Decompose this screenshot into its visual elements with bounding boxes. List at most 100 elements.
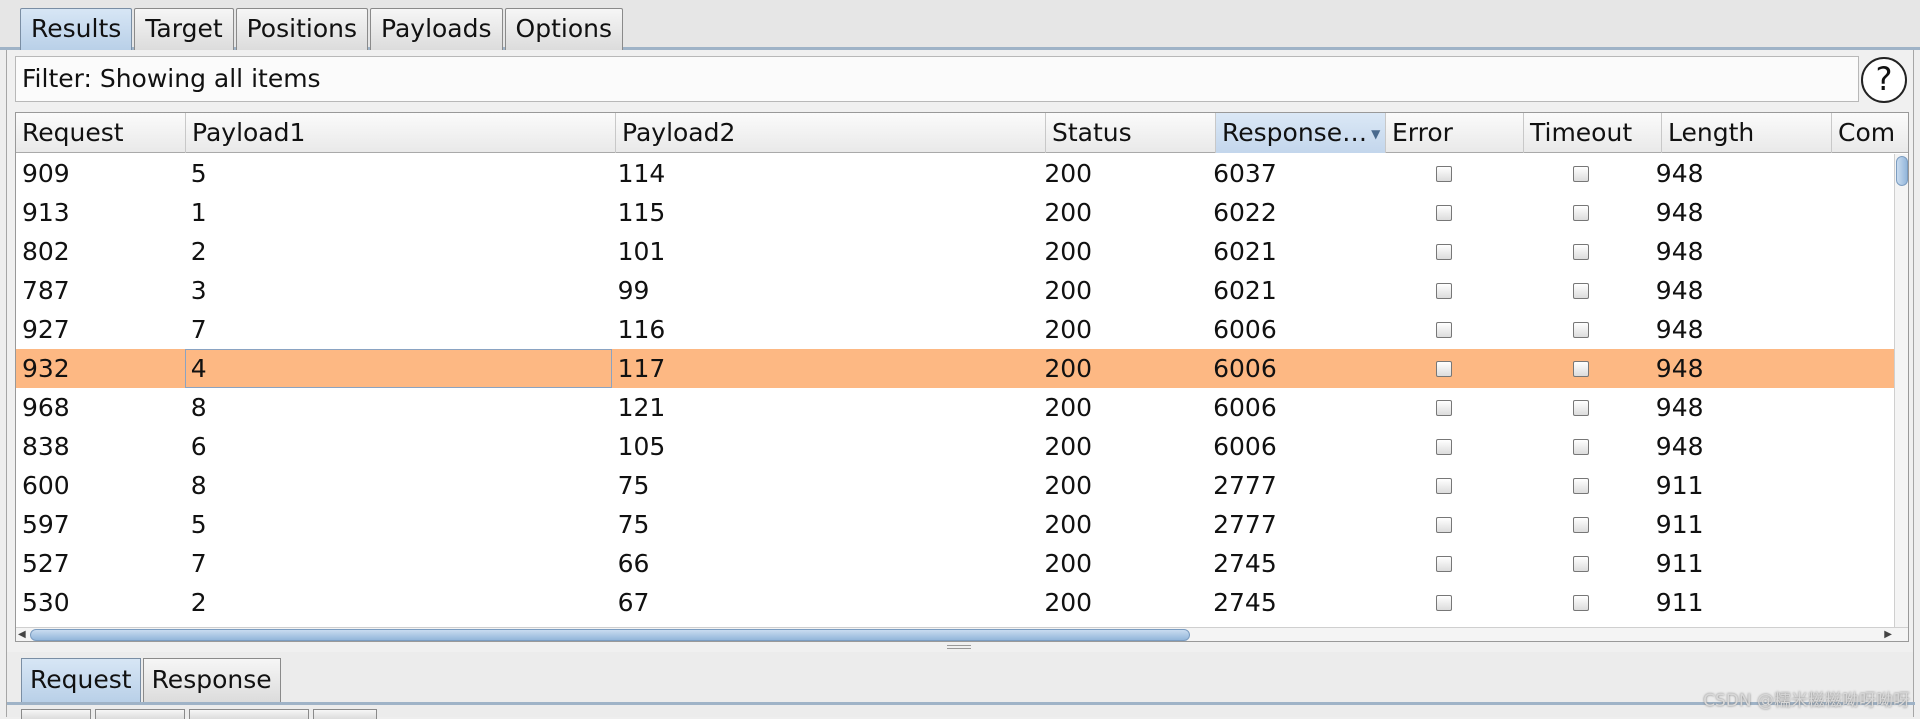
subtab-4[interactable] xyxy=(313,709,377,719)
column-header-label: Timeout xyxy=(1530,118,1633,147)
table-row[interactable]: 913 1 115 200 6022 948 xyxy=(16,193,1896,232)
help-button[interactable]: ? xyxy=(1859,56,1909,104)
cell-length: 911 xyxy=(1655,549,1704,578)
horizontal-scrollbar[interactable]: ◀ ▶ xyxy=(16,627,1908,641)
tab-target[interactable]: Target xyxy=(134,8,234,50)
cell-request: 802 xyxy=(22,237,70,266)
scroll-right-arrow-icon[interactable]: ▶ xyxy=(1884,628,1892,641)
error-checkbox[interactable] xyxy=(1436,438,1453,455)
cell-error-checkbox xyxy=(1376,349,1513,388)
table-row[interactable]: 927 7 116 200 6006 948 xyxy=(16,310,1896,349)
cell-error-checkbox xyxy=(1376,271,1513,310)
table-row[interactable]: 968 8 121 200 6006 948 xyxy=(16,388,1896,427)
cell-request: 909 xyxy=(22,159,70,188)
error-checkbox[interactable] xyxy=(1436,204,1453,221)
column-header-response[interactable]: Response… ▼ xyxy=(1216,113,1386,153)
timeout-checkbox[interactable] xyxy=(1573,555,1590,572)
cell-payload1: 2 xyxy=(190,588,207,617)
column-header-timeout[interactable]: Timeout xyxy=(1524,113,1662,153)
cell-length: 948 xyxy=(1655,393,1704,422)
column-header-payload1[interactable]: Payload1 xyxy=(186,113,616,153)
timeout-checkbox[interactable] xyxy=(1573,360,1590,377)
subtab-2[interactable] xyxy=(95,709,185,719)
filter-bar[interactable]: Filter: Showing all items xyxy=(15,56,1859,102)
cell-length: 911 xyxy=(1655,588,1704,617)
table-row[interactable]: 909 5 114 200 6037 948 xyxy=(16,154,1896,193)
horizontal-scroll-thumb[interactable] xyxy=(30,629,1190,641)
cell-timeout-checkbox xyxy=(1513,232,1650,271)
error-checkbox[interactable] xyxy=(1436,516,1453,533)
cell-status: 200 xyxy=(1044,432,1093,461)
cell-payload2: 105 xyxy=(617,432,666,461)
timeout-checkbox[interactable] xyxy=(1573,594,1590,611)
error-checkbox[interactable] xyxy=(1436,243,1453,260)
cell-status: 200 xyxy=(1044,354,1093,383)
error-checkbox[interactable] xyxy=(1436,321,1453,338)
column-header-length[interactable]: Length xyxy=(1662,113,1832,153)
cell-error-checkbox xyxy=(1376,310,1513,349)
column-header-comment[interactable]: Com xyxy=(1832,113,1908,153)
cell-request: 597 xyxy=(22,510,70,539)
cell-timeout-checkbox xyxy=(1513,583,1650,622)
tab-payloads[interactable]: Payloads xyxy=(370,8,503,50)
timeout-checkbox[interactable] xyxy=(1573,165,1590,182)
cell-payload2: 117 xyxy=(617,354,666,383)
column-header-payload2[interactable]: Payload2 xyxy=(616,113,1046,153)
column-header-error[interactable]: Error xyxy=(1386,113,1524,153)
timeout-checkbox[interactable] xyxy=(1573,282,1590,299)
cell-error-checkbox xyxy=(1376,193,1513,232)
timeout-checkbox[interactable] xyxy=(1573,477,1590,494)
tab-request[interactable]: Request xyxy=(21,658,141,702)
table-header: Request Payload1 Payload2 Status Response… ▼ E… xyxy=(16,113,1908,153)
cell-response: 6006 xyxy=(1213,393,1277,422)
error-checkbox[interactable] xyxy=(1436,165,1453,182)
cell-payload2: 75 xyxy=(617,510,650,539)
error-checkbox[interactable] xyxy=(1436,594,1453,611)
table-row[interactable]: 600 8 75 200 2777 911 xyxy=(16,466,1896,505)
table-row[interactable]: 597 5 75 200 2777 911 xyxy=(16,505,1896,544)
tab-options[interactable]: Options xyxy=(504,8,623,50)
cell-request: 530 xyxy=(22,588,70,617)
error-checkbox[interactable] xyxy=(1436,555,1453,572)
table-row[interactable]: 530 2 67 200 2745 911 xyxy=(16,583,1896,622)
timeout-checkbox[interactable] xyxy=(1573,438,1590,455)
subtab-3[interactable] xyxy=(189,709,309,719)
error-checkbox[interactable] xyxy=(1436,399,1453,416)
tab-results[interactable]: Results xyxy=(20,8,133,50)
table-row[interactable]: 932 4 117 200 6006 948 xyxy=(16,349,1896,388)
cell-request: 787 xyxy=(22,276,70,305)
table-row[interactable]: 802 2 101 200 6021 948 xyxy=(16,232,1896,271)
cell-timeout-checkbox xyxy=(1513,271,1650,310)
pane-splitter[interactable] xyxy=(947,645,971,649)
timeout-checkbox[interactable] xyxy=(1573,204,1590,221)
error-checkbox[interactable] xyxy=(1436,477,1453,494)
timeout-checkbox[interactable] xyxy=(1573,321,1590,338)
cell-payload1: 5 xyxy=(190,510,207,539)
error-checkbox[interactable] xyxy=(1436,282,1453,299)
table-row[interactable]: 838 6 105 200 6006 948 xyxy=(16,427,1896,466)
timeout-checkbox[interactable] xyxy=(1573,399,1590,416)
tab-response[interactable]: Response xyxy=(142,658,281,702)
cell-length: 948 xyxy=(1655,159,1704,188)
message-panel: Request Response xyxy=(6,652,1915,719)
bottom-tabs: Request Response xyxy=(21,658,283,702)
timeout-checkbox[interactable] xyxy=(1573,243,1590,260)
cell-status: 200 xyxy=(1044,510,1093,539)
subtab-1[interactable] xyxy=(21,709,91,719)
column-header-status[interactable]: Status xyxy=(1046,113,1216,153)
top-tabs: Results Target Positions Payloads Option… xyxy=(20,8,625,50)
cell-length: 948 xyxy=(1655,276,1704,305)
vertical-scroll-thumb[interactable] xyxy=(1896,156,1908,186)
vertical-scrollbar[interactable] xyxy=(1894,154,1908,628)
table-row[interactable]: 527 7 66 200 2745 911 xyxy=(16,544,1896,583)
cell-request: 927 xyxy=(22,315,70,344)
scroll-left-arrow-icon[interactable]: ◀ xyxy=(18,628,26,641)
tab-positions[interactable]: Positions xyxy=(235,8,368,50)
table-row[interactable]: 787 3 99 200 6021 948 xyxy=(16,271,1896,310)
cell-comment xyxy=(1819,505,1896,544)
error-checkbox[interactable] xyxy=(1436,360,1453,377)
timeout-checkbox[interactable] xyxy=(1573,516,1590,533)
cell-response: 6037 xyxy=(1213,159,1277,188)
cell-payload2: 67 xyxy=(617,588,650,617)
column-header-request[interactable]: Request xyxy=(16,113,186,153)
